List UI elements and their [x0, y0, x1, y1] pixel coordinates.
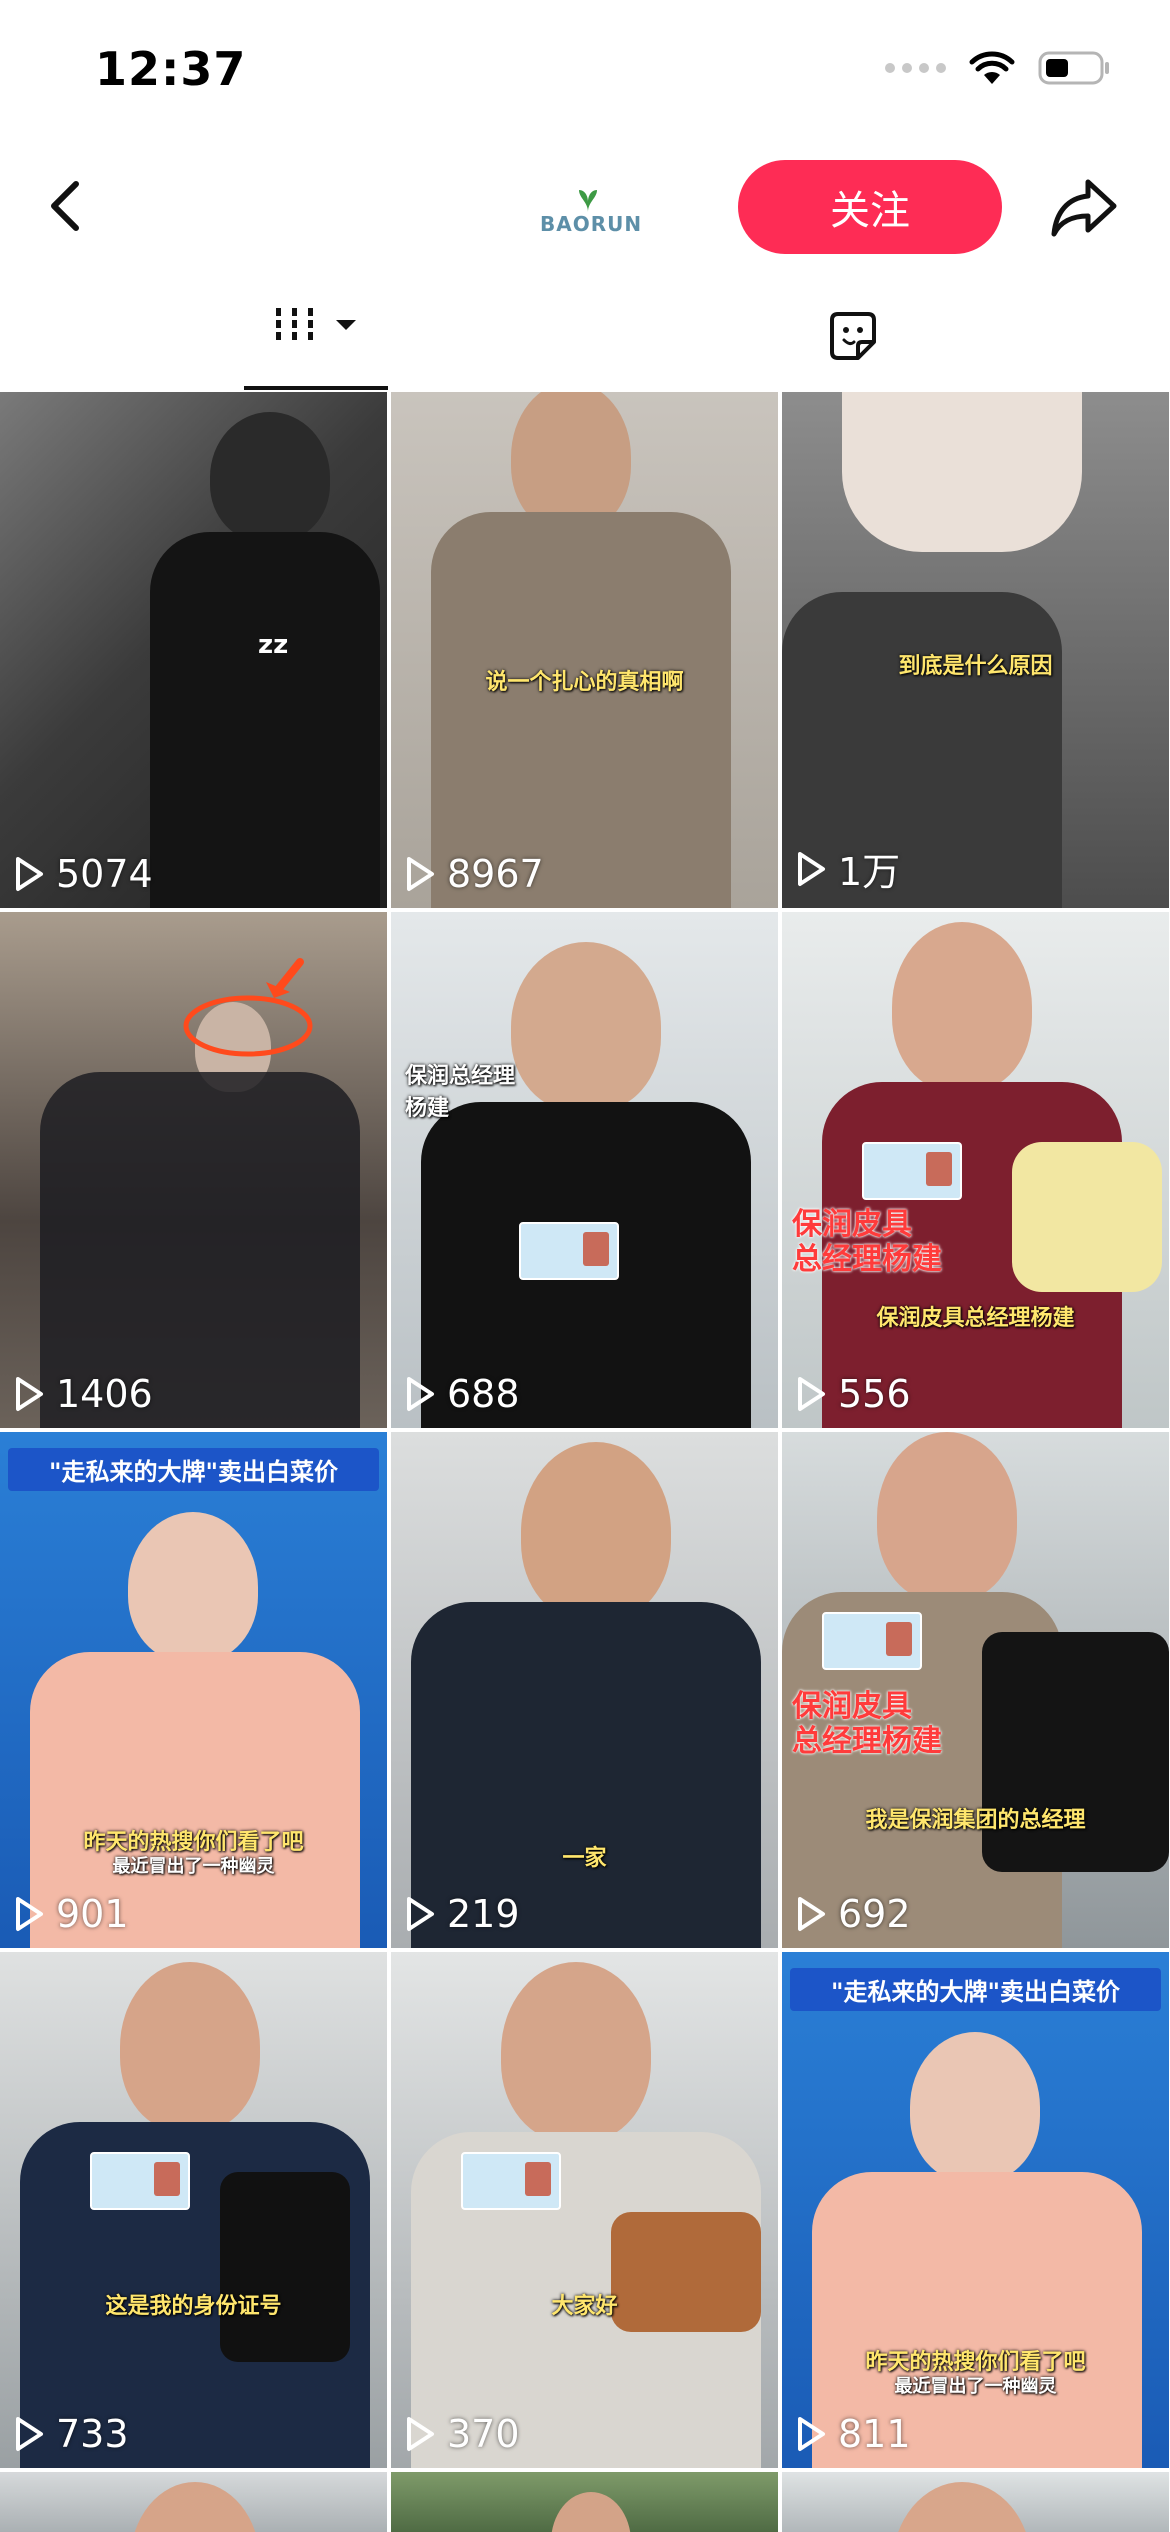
play-count: 692: [796, 1892, 911, 1936]
play-count: 688: [405, 1372, 520, 1416]
video-headline: "走私来的大牌"卖出白菜价: [8, 1448, 379, 1491]
play-icon: [798, 851, 825, 886]
play-count: 811: [796, 2412, 911, 2456]
share-icon[interactable]: [1048, 174, 1120, 242]
status-bar: 12:37: [0, 0, 1170, 150]
play-icon: [798, 1377, 825, 1411]
active-tab-indicator: [244, 386, 388, 390]
video-caption: 一家: [562, 1846, 607, 1871]
play-count-value: 811: [838, 2412, 911, 2456]
profile-tabs: [0, 270, 1170, 390]
play-count-value: 692: [838, 1892, 911, 1936]
video-tile[interactable]: [391, 2472, 778, 2532]
play-count-value: 688: [447, 1372, 520, 1416]
id-card: [90, 2152, 190, 2210]
play-icon: [407, 1897, 434, 1931]
video-tile[interactable]: zz 5074: [0, 392, 387, 908]
cellular-signal-icon: [885, 63, 946, 73]
video-caption: 大家好: [551, 2294, 618, 2319]
id-card: [519, 1222, 619, 1280]
play-count-value: 219: [447, 1892, 520, 1936]
play-count: 1万: [796, 841, 900, 896]
play-icon: [798, 2417, 825, 2451]
play-count: 733: [14, 2412, 129, 2456]
play-icon: [407, 1377, 434, 1411]
video-tile[interactable]: 一家 219: [391, 1432, 778, 1948]
play-count-value: 5074: [56, 852, 153, 896]
video-tile[interactable]: 保润皮具 总经理杨建 我是保润集团的总经理 692: [782, 1432, 1169, 1948]
video-tile[interactable]: [0, 2472, 387, 2532]
video-tile[interactable]: 大家好 370: [391, 1952, 778, 2468]
play-count-value: 901: [56, 1892, 129, 1936]
profile-header: BAORUN 关注: [0, 150, 1170, 270]
play-count: 901: [14, 1892, 129, 1936]
play-count-value: 370: [447, 2412, 520, 2456]
video-tile[interactable]: 保润皮具 总经理杨建 保润皮具总经理杨建 556: [782, 912, 1169, 1428]
play-count-value: 1万: [838, 850, 901, 894]
video-headline: "走私来的大牌"卖出白菜价: [790, 1968, 1161, 2011]
video-caption: 保润皮具总经理杨建: [876, 1306, 1075, 1331]
battery-icon: [1038, 51, 1109, 85]
play-icon: [16, 1377, 43, 1411]
video-caption: 到底是什么原因: [898, 654, 1053, 679]
play-count-value: 1406: [56, 1372, 153, 1416]
play-icon: [407, 857, 434, 891]
play-count-value: 556: [838, 1372, 911, 1416]
video-subcaption: 最近冒出了一种幽灵: [112, 1856, 275, 1877]
status-time: 12:37: [95, 42, 247, 96]
video-overlay-label: 保润皮具 总经理杨建: [792, 1207, 942, 1277]
video-tile[interactable]: 1406: [0, 912, 387, 1428]
video-tile[interactable]: [782, 2472, 1169, 2532]
play-icon: [16, 1897, 43, 1931]
video-tile[interactable]: 这是我的身份证号 733: [0, 1952, 387, 2468]
play-count: 556: [796, 1372, 911, 1416]
video-tile[interactable]: "走私来的大牌"卖出白菜价 昨天的热搜你们看了吧 最近冒出了一种幽灵 901: [0, 1432, 387, 1948]
leaf-icon: [579, 190, 597, 212]
play-count-value: 733: [56, 2412, 129, 2456]
video-tile[interactable]: 到底是什么原因 1万: [782, 392, 1169, 908]
bag-image: [220, 2172, 350, 2362]
video-grid: zz 5074 说一个扎心的真相啊 8967 到底是什么原因 1万 1406 保…: [0, 392, 1170, 2532]
play-icon: [407, 2417, 434, 2451]
video-tile[interactable]: 说一个扎心的真相啊 8967: [391, 392, 778, 908]
play-icon: [16, 2417, 43, 2451]
tab-videos[interactable]: [244, 270, 388, 390]
play-icon: [16, 857, 43, 891]
id-card: [461, 2152, 561, 2210]
play-count: 1406: [14, 1372, 153, 1416]
play-count: 219: [405, 1892, 520, 1936]
play-count-value: 8967: [447, 852, 544, 896]
video-overlay-label: 保润皮具 总经理杨建: [792, 1689, 942, 1759]
video-tile[interactable]: "走私来的大牌"卖出白菜价 昨天的热搜你们看了吧 最近冒出了一种幽灵 811: [782, 1952, 1169, 2468]
play-count: 5074: [14, 852, 153, 896]
wifi-icon: [969, 51, 1015, 84]
play-icon: [798, 1897, 825, 1931]
follow-button[interactable]: 关注: [738, 160, 1002, 254]
brand-text: BAORUN: [540, 212, 643, 236]
brand-logo: BAORUN: [540, 180, 641, 240]
video-caption: 说一个扎心的真相啊: [485, 670, 684, 695]
video-tile[interactable]: 保润总经理 杨建 688: [391, 912, 778, 1428]
highlight-circle-icon: [183, 958, 313, 1057]
play-count: 370: [405, 2412, 520, 2456]
play-count: 8967: [405, 852, 544, 896]
back-button[interactable]: [38, 176, 98, 236]
id-card: [862, 1142, 962, 1200]
video-overlay-label: 保润总经理 杨建: [405, 1064, 516, 1121]
id-card: [822, 1612, 922, 1670]
overlay-text: zz: [258, 630, 289, 660]
sticker-tab-icon[interactable]: [822, 306, 884, 368]
video-caption: 我是保润集团的总经理: [865, 1808, 1086, 1833]
video-caption: 这是我的身份证号: [105, 2294, 282, 2319]
video-subcaption: 最近冒出了一种幽灵: [894, 2376, 1057, 2397]
status-icons: [885, 50, 1112, 86]
